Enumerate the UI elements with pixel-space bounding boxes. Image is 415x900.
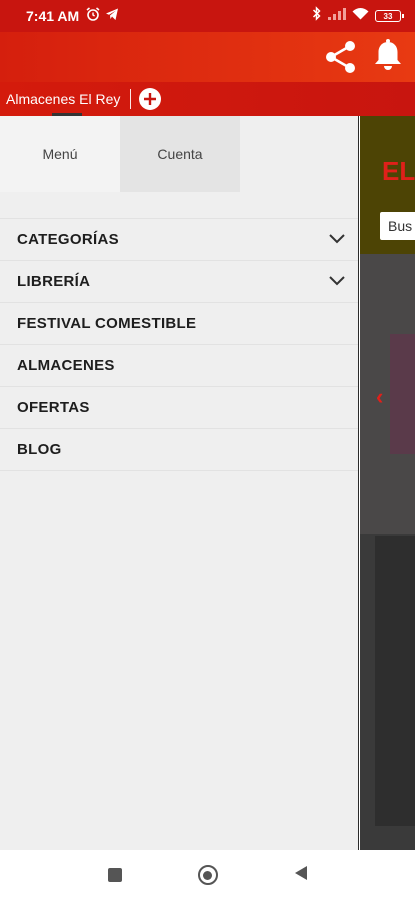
menu-item-label: FESTIVAL COMESTIBLE — [17, 315, 197, 332]
menu-item-libreria[interactable]: LIBRERÍA — [0, 261, 358, 303]
menu-item-label: BLOG — [17, 441, 62, 458]
menu-item-almacenes[interactable]: ALMACENES — [0, 345, 358, 387]
drawer-menu-list: CATEGORÍAS LIBRERÍA FESTIVAL COMESTIBLE … — [0, 218, 358, 471]
tab-cuenta[interactable]: Cuenta — [120, 116, 240, 192]
browser-tab-strip: Almacenes El Rey — [0, 82, 415, 116]
site-logo: EL — [382, 156, 415, 186]
signal-icon — [328, 7, 346, 25]
drawer-tabs: Menú Cuenta — [0, 116, 358, 192]
promo-banner: ‹ — [360, 254, 415, 534]
site-search-input: Bus — [380, 212, 415, 240]
share-icon[interactable] — [323, 39, 359, 80]
menu-item-label: CATEGORÍAS — [17, 231, 119, 248]
battery-icon: 33 — [375, 10, 404, 22]
menu-item-label: OFERTAS — [17, 399, 90, 416]
promo-card — [375, 536, 415, 826]
app-header — [0, 32, 415, 82]
bluetooth-icon — [312, 6, 322, 26]
tab-menu[interactable]: Menú — [0, 116, 120, 192]
home-circle-icon[interactable] — [197, 865, 218, 885]
background-web-page: EL Bus ‹ — [360, 116, 415, 850]
plus-circle-icon[interactable] — [139, 88, 162, 110]
telegram-icon — [105, 7, 119, 26]
navigation-drawer: Menú Cuenta CATEGORÍAS LIBRERÍA FESTIVAL… — [0, 116, 359, 850]
system-nav-bar — [0, 850, 415, 900]
alarm-icon — [85, 6, 101, 27]
tab-separator — [130, 89, 132, 109]
menu-item-blog[interactable]: BLOG — [0, 429, 358, 471]
menu-item-label: LIBRERÍA — [17, 273, 91, 290]
menu-item-categorias[interactable]: CATEGORÍAS — [0, 219, 358, 261]
back-triangle-icon[interactable] — [294, 865, 308, 886]
status-bar: 7:41 AM 33 — [0, 0, 415, 32]
status-time: 7:41 AM — [26, 8, 80, 24]
menu-item-festival-comestible[interactable]: FESTIVAL COMESTIBLE — [0, 303, 358, 345]
wifi-icon — [352, 7, 369, 25]
chevron-down-icon[interactable] — [328, 231, 346, 249]
chevron-down-icon[interactable] — [328, 273, 346, 291]
chevron-left-icon: ‹ — [376, 384, 384, 409]
recents-square-icon[interactable] — [107, 868, 122, 882]
menu-item-ofertas[interactable]: OFERTAS — [0, 387, 358, 429]
bell-icon[interactable] — [371, 38, 405, 79]
tab-almacenes-el-rey[interactable]: Almacenes El Rey — [6, 91, 120, 107]
menu-item-label: ALMACENES — [17, 357, 115, 374]
promo-image — [390, 334, 415, 454]
